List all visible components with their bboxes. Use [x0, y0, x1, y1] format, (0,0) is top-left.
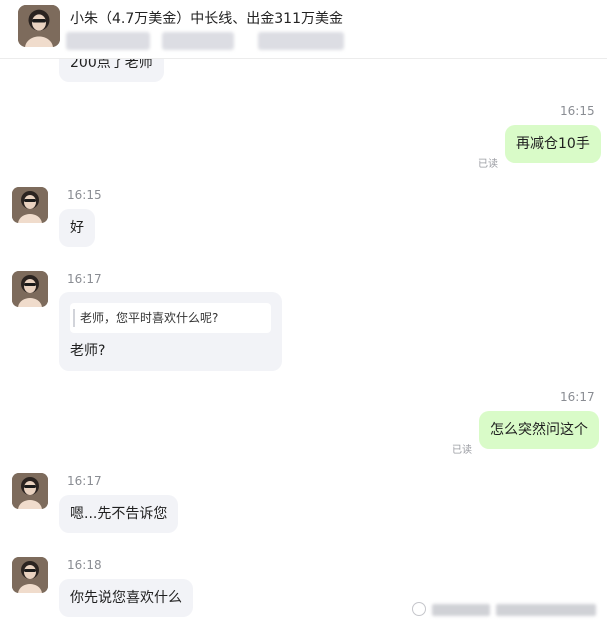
contact-avatar[interactable]	[18, 5, 60, 47]
chat-header: 小朱（4.7万美金）中长线、出金311万美金	[0, 0, 607, 59]
contact-name: 小朱（4.7万美金）中长线、出金311万美金	[70, 11, 343, 27]
quoted-message[interactable]: 老师，您平时喜欢什么呢?	[70, 303, 271, 333]
message-bubble[interactable]: 你先说您喜欢什么	[59, 579, 193, 617]
contact-avatar[interactable]	[12, 271, 48, 307]
read-status: 已读	[478, 159, 498, 170]
chat-area[interactable]: 200点了老师 16:15 再减仓10手 已读 16:15 好 16:17 老师…	[0, 0, 607, 629]
message-time: 16:17	[67, 272, 102, 286]
read-status: 已读	[452, 445, 472, 456]
message-time: 16:15	[67, 188, 102, 202]
message-bubble[interactable]: 再减仓10手	[505, 125, 601, 163]
message-time: 16:18	[67, 558, 102, 572]
message-bubble-with-quote[interactable]: 老师，您平时喜欢什么呢? 老师?	[59, 292, 282, 371]
message-time: 16:17	[560, 390, 595, 404]
message-bubble[interactable]: 嗯...先不告诉您	[59, 495, 179, 533]
contact-avatar[interactable]	[12, 557, 48, 593]
blurred-contact-info	[66, 32, 356, 50]
blurred-watermark-text	[496, 604, 596, 616]
watermark-icon	[412, 602, 426, 616]
message-bubble[interactable]: 好	[59, 209, 95, 247]
message-time: 16:15	[560, 104, 595, 118]
watermark	[412, 601, 598, 619]
blurred-text	[66, 32, 150, 50]
contact-avatar[interactable]	[12, 187, 48, 223]
message-time: 16:17	[67, 474, 102, 488]
blurred-watermark-text	[432, 604, 490, 616]
message-bubble[interactable]: 怎么突然问这个	[479, 411, 599, 449]
contact-avatar[interactable]	[12, 473, 48, 509]
blurred-text	[162, 32, 234, 50]
blurred-text	[258, 32, 344, 50]
message-text: 老师?	[70, 343, 106, 359]
